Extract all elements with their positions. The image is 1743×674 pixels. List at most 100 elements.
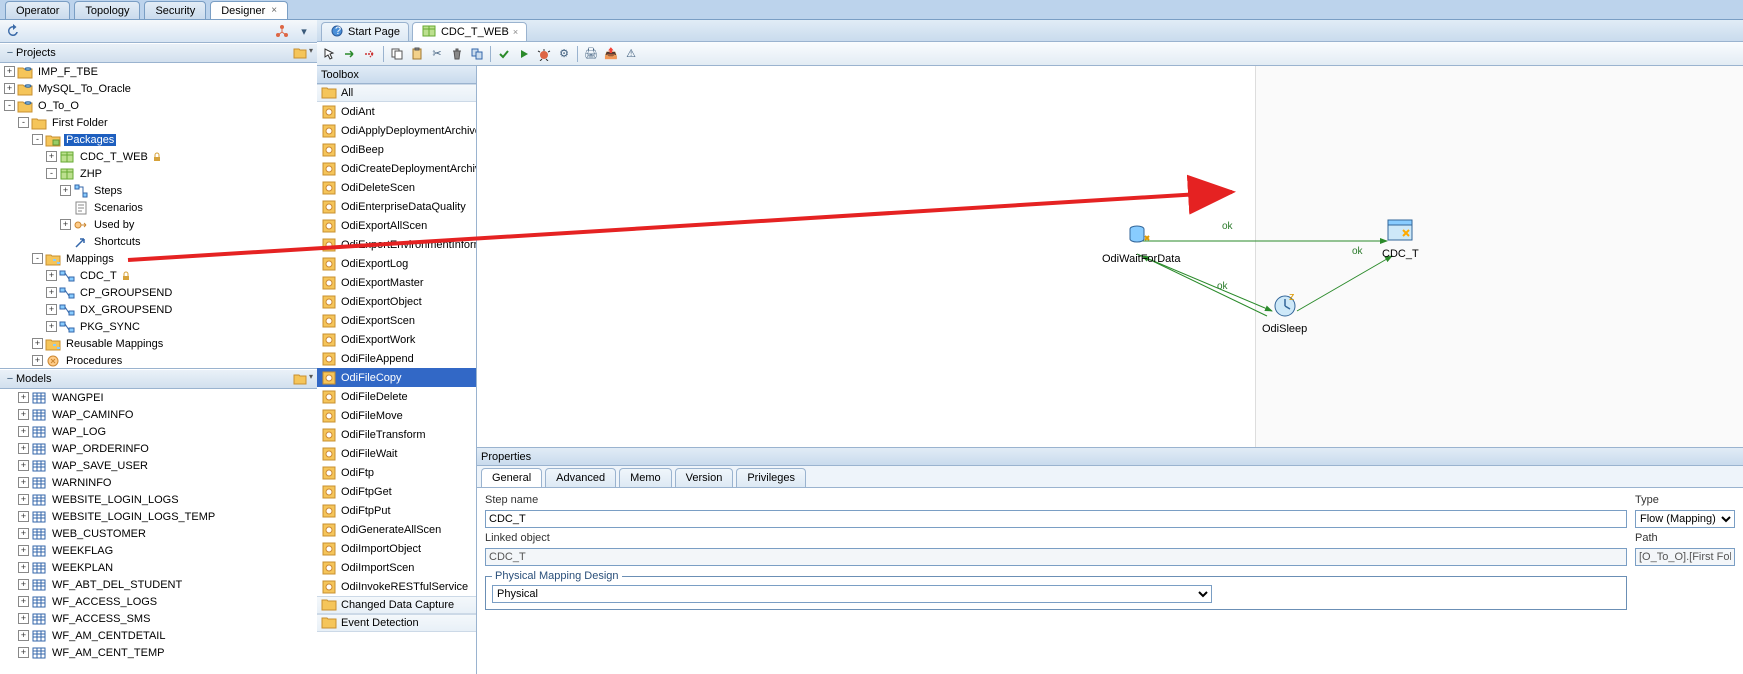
expand-icon[interactable]: + bbox=[18, 494, 29, 505]
close-icon[interactable]: × bbox=[513, 27, 518, 37]
toolbox-item[interactable]: OdiImportScen bbox=[317, 558, 476, 577]
canvas-node-sleep[interactable]: zOdiSleep bbox=[1262, 291, 1307, 335]
expand-icon[interactable]: + bbox=[46, 287, 57, 298]
toolbox-item[interactable]: OdiFileDelete bbox=[317, 387, 476, 406]
toolbox-item[interactable]: OdiFileCopy bbox=[317, 368, 476, 387]
tree-item[interactable]: +Used by bbox=[0, 216, 317, 233]
tree-item[interactable]: +WEEKPLAN bbox=[0, 559, 317, 576]
toolbox-item[interactable]: OdiFtp bbox=[317, 463, 476, 482]
expand-icon[interactable]: + bbox=[18, 562, 29, 573]
toolbox-item[interactable]: OdiGenerateAllScen bbox=[317, 520, 476, 539]
expand-icon[interactable]: - bbox=[32, 253, 43, 264]
tree-item[interactable]: +CDC_T bbox=[0, 267, 317, 284]
type-select[interactable]: Flow (Mapping) bbox=[1635, 510, 1735, 528]
tree-item[interactable]: +WF_ABT_DEL_STUDENT bbox=[0, 576, 317, 593]
expand-icon[interactable]: + bbox=[46, 304, 57, 315]
expand-icon[interactable]: + bbox=[46, 151, 57, 162]
tree-item[interactable]: +WAP_SAVE_USER bbox=[0, 457, 317, 474]
ko-arrow-icon[interactable] bbox=[361, 45, 379, 63]
tree-item[interactable]: -Packages bbox=[0, 131, 317, 148]
expand-icon[interactable]: + bbox=[32, 338, 43, 349]
toolbox-item[interactable]: OdiFtpGet bbox=[317, 482, 476, 501]
expand-icon[interactable]: + bbox=[18, 613, 29, 624]
editor-tab[interactable]: ?Start Page bbox=[321, 22, 409, 41]
models-header[interactable]: − Models ▾ bbox=[0, 369, 317, 389]
expand-icon[interactable]: + bbox=[32, 355, 43, 366]
export-icon[interactable]: 📤 bbox=[602, 45, 620, 63]
toolbox-item[interactable]: OdiEnterpriseDataQuality bbox=[317, 197, 476, 216]
properties-tab-advanced[interactable]: Advanced bbox=[545, 468, 616, 487]
expand-icon[interactable]: - bbox=[4, 100, 15, 111]
tree-item[interactable]: +WEBSITE_LOGIN_LOGS bbox=[0, 491, 317, 508]
expand-icon[interactable]: + bbox=[18, 579, 29, 590]
tree-item[interactable]: +MySQL_To_Oracle bbox=[0, 80, 317, 97]
folder-icon[interactable] bbox=[293, 46, 307, 60]
select-tool-icon[interactable] bbox=[321, 45, 339, 63]
tree-item[interactable]: +WANGPEI bbox=[0, 389, 317, 406]
toolbox-item[interactable]: OdiExportObject bbox=[317, 292, 476, 311]
expand-icon[interactable]: + bbox=[18, 460, 29, 471]
expand-icon[interactable]: + bbox=[4, 66, 15, 77]
expand-icon[interactable]: - bbox=[32, 134, 43, 145]
expand-icon[interactable]: - bbox=[18, 117, 29, 128]
duplicate-icon[interactable] bbox=[468, 45, 486, 63]
toolbox-section[interactable]: Changed Data Capture bbox=[317, 596, 476, 614]
toolbox-item[interactable]: OdiExportAllScen bbox=[317, 216, 476, 235]
properties-tab-general[interactable]: General bbox=[481, 468, 542, 487]
expand-icon[interactable]: + bbox=[18, 409, 29, 420]
toolbox-item[interactable]: OdiFileWait bbox=[317, 444, 476, 463]
expand-icon[interactable]: + bbox=[60, 219, 71, 230]
debug-icon[interactable] bbox=[535, 45, 553, 63]
expand-icon[interactable]: + bbox=[18, 511, 29, 522]
print-icon[interactable]: 🖨 bbox=[582, 45, 600, 63]
models-tree[interactable]: +WANGPEI+WAP_CAMINFO+WAP_LOG+WAP_ORDERIN… bbox=[0, 389, 317, 674]
toolbox-item[interactable]: OdiExportLog bbox=[317, 254, 476, 273]
expand-icon[interactable]: + bbox=[46, 270, 57, 281]
expand-icon[interactable]: + bbox=[18, 545, 29, 556]
expand-icon[interactable]: + bbox=[18, 392, 29, 403]
properties-tab-privileges[interactable]: Privileges bbox=[736, 468, 806, 487]
folder-icon[interactable] bbox=[293, 372, 307, 386]
editor-tab[interactable]: CDC_T_WEB× bbox=[412, 22, 527, 41]
projects-tree[interactable]: +IMP_F_TBE+MySQL_To_Oracle-O_To_O-First … bbox=[0, 63, 317, 369]
ok-arrow-icon[interactable] bbox=[341, 45, 359, 63]
expand-icon[interactable]: + bbox=[18, 477, 29, 488]
properties-tab-memo[interactable]: Memo bbox=[619, 468, 672, 487]
expand-icon[interactable]: - bbox=[46, 168, 57, 179]
main-tab-operator[interactable]: Operator× bbox=[5, 1, 70, 19]
warning-icon[interactable]: ⚠ bbox=[622, 45, 640, 63]
toolbox-item[interactable]: OdiAnt bbox=[317, 102, 476, 121]
tree-item[interactable]: +WEBSITE_LOGIN_LOGS_TEMP bbox=[0, 508, 317, 525]
dropdown-icon[interactable]: ▾ bbox=[309, 372, 313, 386]
physical-mapping-select[interactable]: Physical bbox=[492, 585, 1212, 603]
toolbox-item[interactable]: OdiFileTransform bbox=[317, 425, 476, 444]
tree-item[interactable]: -First Folder bbox=[0, 114, 317, 131]
run-icon[interactable] bbox=[515, 45, 533, 63]
step-name-input[interactable] bbox=[485, 510, 1627, 528]
toolbox-item[interactable]: OdiBeep bbox=[317, 140, 476, 159]
canvas-node-cdct[interactable]: CDC_T bbox=[1382, 216, 1419, 260]
main-tab-topology[interactable]: Topology× bbox=[74, 1, 140, 19]
toolbox-item[interactable]: OdiFtpPut bbox=[317, 501, 476, 520]
tree-item[interactable]: +WF_AM_CENT_TEMP bbox=[0, 644, 317, 661]
copy-icon[interactable] bbox=[388, 45, 406, 63]
delete-icon[interactable] bbox=[448, 45, 466, 63]
toolbox-section[interactable]: Event Detection bbox=[317, 614, 476, 632]
toolbox-item[interactable]: OdiImportObject bbox=[317, 539, 476, 558]
toolbox-item[interactable]: OdiExportScen bbox=[317, 311, 476, 330]
tree-item[interactable]: -Mappings bbox=[0, 250, 317, 267]
expand-icon[interactable]: + bbox=[18, 596, 29, 607]
toolbox-section[interactable]: All bbox=[317, 84, 476, 102]
expand-icon[interactable]: + bbox=[60, 185, 71, 196]
tree-item[interactable]: -O_To_O bbox=[0, 97, 317, 114]
tree-item[interactable]: +Reusable Mappings bbox=[0, 335, 317, 352]
tree-item[interactable]: +WAP_ORDERINFO bbox=[0, 440, 317, 457]
tree-item[interactable]: +Procedures bbox=[0, 352, 317, 369]
tree-item[interactable]: +WARNINFO bbox=[0, 474, 317, 491]
tree-item[interactable]: Scenarios bbox=[0, 199, 317, 216]
properties-tab-version[interactable]: Version bbox=[675, 468, 734, 487]
gear-icon[interactable]: ⚙ bbox=[555, 45, 573, 63]
cut-icon[interactable]: ✂ bbox=[428, 45, 446, 63]
tree-item[interactable]: +CDC_T_WEB bbox=[0, 148, 317, 165]
tree-item[interactable]: +WAP_LOG bbox=[0, 423, 317, 440]
